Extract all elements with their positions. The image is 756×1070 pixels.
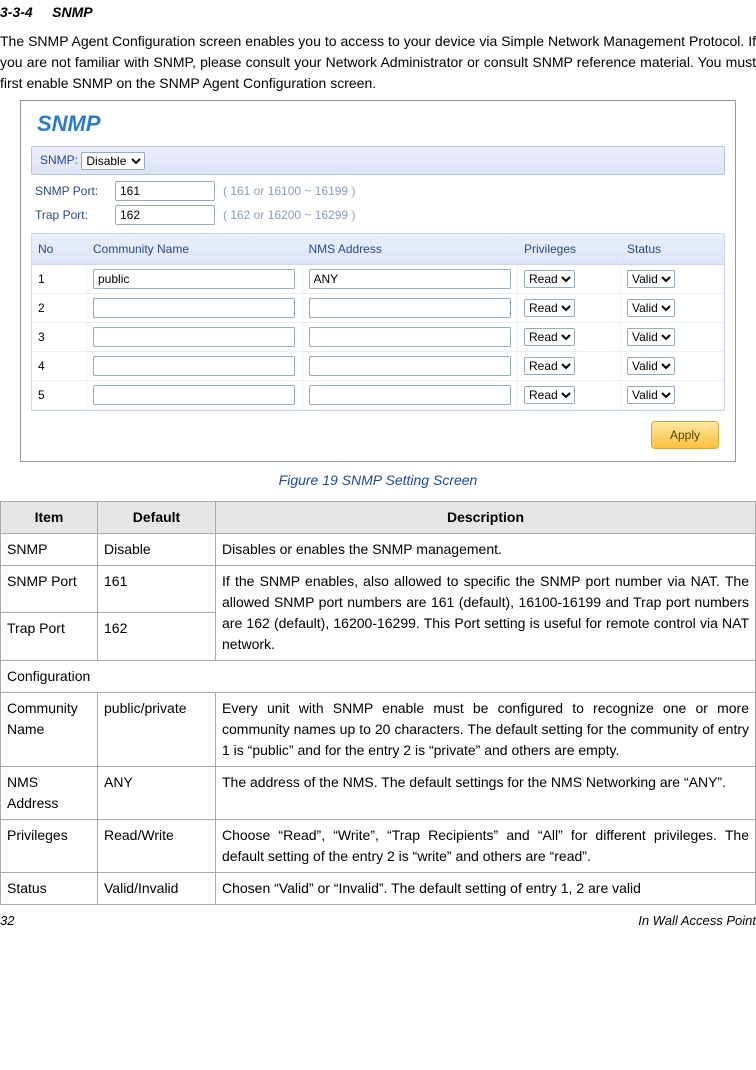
trap-port-row: Trap Port: ( 162 or 16200 ~ 16299 ) <box>35 205 721 225</box>
col-status: Status <box>621 234 724 265</box>
table-row: Community Name public/private Every unit… <box>1 692 756 766</box>
snmp-enable-label: SNMP: <box>40 153 78 167</box>
snmp-port-hint: ( 161 or 16100 ~ 16199 ) <box>223 182 355 200</box>
table-row: 5 Read Valid <box>32 381 724 410</box>
item-cell: Trap Port <box>1 613 98 661</box>
apply-button[interactable]: Apply <box>651 421 719 449</box>
th-default: Default <box>98 501 216 533</box>
nms-input[interactable] <box>309 327 511 347</box>
cell-no: 4 <box>32 352 87 381</box>
panel-title: SNMP <box>21 101 735 140</box>
default-cell: Read/Write <box>98 819 216 872</box>
item-cell: SNMP Port <box>1 565 98 613</box>
table-row: 1 Read Valid <box>32 265 724 294</box>
default-cell: 161 <box>98 565 216 613</box>
item-cell: Community Name <box>1 692 98 766</box>
snmp-port-input[interactable] <box>115 181 215 201</box>
desc-cell: The address of the NMS. The default sett… <box>216 766 756 819</box>
nms-input[interactable] <box>309 298 511 318</box>
item-cell: Privileges <box>1 819 98 872</box>
nms-input[interactable] <box>309 356 511 376</box>
desc-cell: Choose “Read”, “Write”, “Trap Recipients… <box>216 819 756 872</box>
table-row: 3 Read Valid <box>32 323 724 352</box>
cell-no: 2 <box>32 294 87 323</box>
status-select[interactable]: Valid <box>627 270 675 288</box>
status-select[interactable]: Valid <box>627 386 675 404</box>
table-row: Privileges Read/Write Choose “Read”, “Wr… <box>1 819 756 872</box>
community-input[interactable] <box>93 385 295 405</box>
nms-input[interactable] <box>309 385 511 405</box>
default-cell: ANY <box>98 766 216 819</box>
trap-port-input[interactable] <box>115 205 215 225</box>
priv-select[interactable]: Read <box>524 270 575 288</box>
table-row: NMS Address ANY The address of the NMS. … <box>1 766 756 819</box>
table-row: 4 Read Valid <box>32 352 724 381</box>
page-number: 32 <box>0 911 14 931</box>
col-priv: Privileges <box>518 234 621 265</box>
section-title: SNMP <box>52 4 92 20</box>
footer-title: In Wall Access Point <box>638 911 756 931</box>
desc-cell: If the SNMP enables, also allowed to spe… <box>216 565 756 660</box>
table-row: 2 Read Valid <box>32 294 724 323</box>
table-row: SNMP Disable Disables or enables the SNM… <box>1 533 756 565</box>
trap-port-hint: ( 162 or 16200 ~ 16299 ) <box>223 206 355 224</box>
community-table: No Community Name NMS Address Privileges… <box>31 233 725 411</box>
section-number: 3-3-4 <box>0 4 33 20</box>
trap-port-label: Trap Port: <box>35 206 107 224</box>
default-cell: 162 <box>98 613 216 661</box>
priv-select[interactable]: Read <box>524 328 575 346</box>
desc-cell: Every unit with SNMP enable must be conf… <box>216 692 756 766</box>
community-input[interactable] <box>93 269 295 289</box>
intro-paragraph: The SNMP Agent Configuration screen enab… <box>0 31 756 100</box>
community-input[interactable] <box>93 356 295 376</box>
status-select[interactable]: Valid <box>627 328 675 346</box>
nms-input[interactable] <box>309 269 511 289</box>
community-input[interactable] <box>93 298 295 318</box>
cell-no: 1 <box>32 265 87 294</box>
item-cell: SNMP <box>1 533 98 565</box>
status-select[interactable]: Valid <box>627 357 675 375</box>
priv-select[interactable]: Read <box>524 357 575 375</box>
figure-caption: Figure 19 SNMP Setting Screen <box>0 470 756 491</box>
col-community: Community Name <box>87 234 303 265</box>
table-row: SNMP Port 161 If the SNMP enables, also … <box>1 565 756 613</box>
table-row: Configuration <box>1 660 756 692</box>
default-cell: Disable <box>98 533 216 565</box>
col-nms: NMS Address <box>303 234 519 265</box>
page-footer: 32 In Wall Access Point <box>0 905 756 933</box>
th-item: Item <box>1 501 98 533</box>
section-heading: 3-3-4 SNMP <box>0 0 756 31</box>
snmp-port-label: SNMP Port: <box>35 182 107 200</box>
status-select[interactable]: Valid <box>627 299 675 317</box>
config-heading-cell: Configuration <box>1 660 756 692</box>
community-input[interactable] <box>93 327 295 347</box>
snmp-enable-select[interactable]: Disable <box>81 152 145 170</box>
item-cell: NMS Address <box>1 766 98 819</box>
item-cell: Status <box>1 872 98 904</box>
snmp-config-screenshot: SNMP SNMP: Disable SNMP Port: ( 161 or 1… <box>20 100 736 462</box>
priv-select[interactable]: Read <box>524 386 575 404</box>
table-row: Status Valid/Invalid Chosen “Valid” or “… <box>1 872 756 904</box>
cell-no: 5 <box>32 381 87 410</box>
priv-select[interactable]: Read <box>524 299 575 317</box>
snmp-enable-bar: SNMP: Disable <box>31 146 725 175</box>
th-description: Description <box>216 501 756 533</box>
default-cell: Valid/Invalid <box>98 872 216 904</box>
col-no: No <box>32 234 87 265</box>
cell-no: 3 <box>32 323 87 352</box>
desc-cell: Disables or enables the SNMP management. <box>216 533 756 565</box>
desc-cell: Chosen “Valid” or “Invalid”. The default… <box>216 872 756 904</box>
description-table: Item Default Description SNMP Disable Di… <box>0 501 756 905</box>
default-cell: public/private <box>98 692 216 766</box>
snmp-port-row: SNMP Port: ( 161 or 16100 ~ 16199 ) <box>35 181 721 201</box>
